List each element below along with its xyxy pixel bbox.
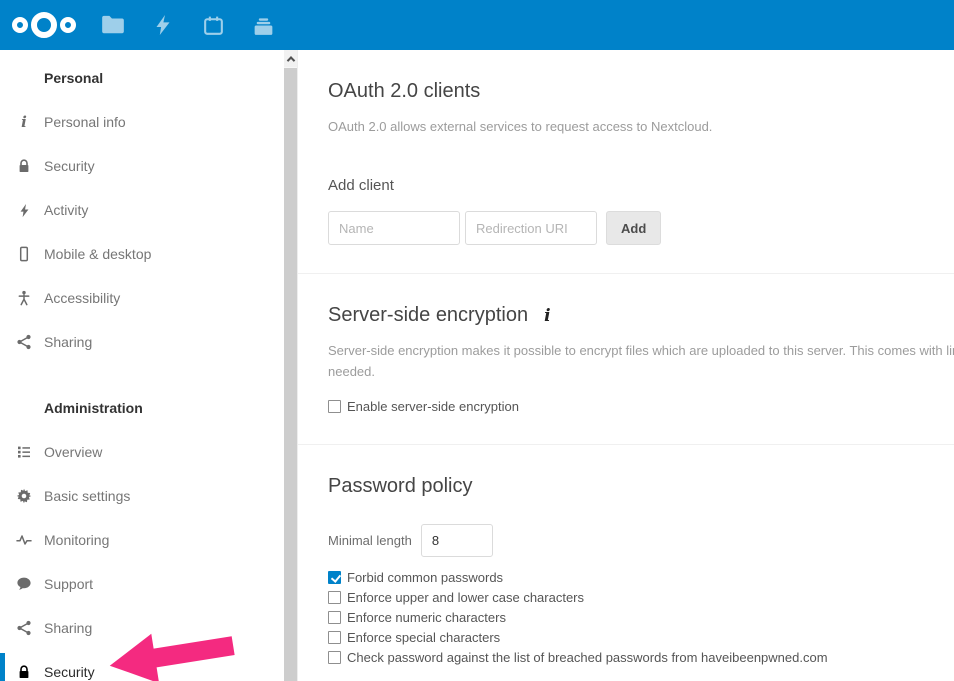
enforce-upper-lower-checkbox[interactable]: Enforce upper and lower case characters: [328, 587, 954, 607]
checkbox[interactable]: [328, 400, 341, 413]
sidebar-item-label: Accessibility: [44, 290, 120, 306]
nextcloud-logo-icon: [11, 9, 77, 41]
app-deck-button[interactable]: [238, 0, 288, 50]
encryption-title: Server-side encryption: [328, 304, 528, 327]
check-breached-passwords-checkbox[interactable]: Check password against the list of breac…: [328, 647, 954, 667]
checkbox[interactable]: [328, 571, 341, 584]
minimal-length-label: Minimal length: [328, 533, 412, 548]
sidebar-item-label: Personal info: [44, 114, 126, 130]
sidebar-item-label: Monitoring: [44, 532, 109, 548]
password-policy-title: Password policy: [328, 475, 954, 498]
sidebar-item-basic-settings[interactable]: Basic settings: [0, 474, 284, 518]
checkbox[interactable]: [328, 591, 341, 604]
minimal-length-input[interactable]: [421, 524, 493, 557]
sidebar-item-label: Security: [44, 158, 95, 174]
sidebar-item-activity[interactable]: Activity: [0, 188, 284, 232]
oauth-title: OAuth 2.0 clients: [328, 80, 954, 103]
sidebar-item-label: Sharing: [44, 334, 92, 350]
folder-icon: [100, 12, 126, 38]
sidebar-item-label: Support: [44, 576, 93, 592]
sidebar-item-admin-sharing[interactable]: Sharing: [0, 606, 284, 650]
encryption-description: Server-side encryption makes it possible…: [328, 340, 954, 382]
sidebar-scrollbar: [284, 50, 298, 681]
sidebar-item-monitoring[interactable]: Monitoring: [0, 518, 284, 562]
lock-icon: [16, 664, 32, 680]
settings-sidebar: Personal i Personal info Security Activi…: [0, 50, 284, 681]
sidebar-item-accessibility[interactable]: Accessibility: [0, 276, 284, 320]
phone-icon: [16, 246, 32, 262]
sidebar-item-label: Overview: [44, 444, 102, 460]
lightning-icon: [151, 13, 175, 37]
info-icon[interactable]: i: [544, 306, 550, 326]
app-files-button[interactable]: [88, 0, 138, 50]
checkbox[interactable]: [328, 611, 341, 624]
sidebar-item-overview[interactable]: Overview: [0, 430, 284, 474]
gear-icon: [16, 488, 32, 504]
lock-icon: [16, 158, 32, 174]
enforce-special-checkbox[interactable]: Enforce special characters: [328, 627, 954, 647]
sidebar-item-label: Mobile & desktop: [44, 246, 151, 262]
top-bar: [0, 0, 954, 50]
sidebar-item-label: Security: [44, 664, 95, 680]
enable-encryption-checkbox[interactable]: Enable server-side encryption: [328, 396, 954, 416]
list-icon: [16, 444, 32, 460]
sidebar-item-label: Activity: [44, 202, 88, 218]
sidebar-item-mobile-desktop[interactable]: Mobile & desktop: [0, 232, 284, 276]
checkbox[interactable]: [328, 651, 341, 664]
add-client-button[interactable]: Add: [606, 211, 661, 245]
checkbox[interactable]: [328, 631, 341, 644]
sidebar-item-personal-info[interactable]: i Personal info: [0, 100, 284, 144]
sidebar-item-sharing[interactable]: Sharing: [0, 320, 284, 364]
share-icon: [16, 620, 32, 636]
calendar-icon: [201, 13, 226, 38]
lightning-icon: [16, 202, 32, 218]
settings-content: OAuth 2.0 clients OAuth 2.0 allows exter…: [298, 50, 954, 681]
app-calendar-button[interactable]: [188, 0, 238, 50]
pulse-icon: [16, 532, 32, 548]
client-name-input[interactable]: [328, 211, 460, 245]
nextcloud-logo[interactable]: [0, 9, 88, 41]
encryption-section: Server-side encryption i Server-side enc…: [298, 274, 954, 445]
sidebar-heading-personal: Personal: [0, 56, 284, 100]
add-client-label: Add client: [328, 177, 954, 194]
oauth-section: OAuth 2.0 clients OAuth 2.0 allows exter…: [298, 50, 954, 274]
sidebar-item-label: Sharing: [44, 620, 92, 636]
share-icon: [16, 334, 32, 350]
speech-bubble-icon: [16, 576, 32, 592]
app-activity-button[interactable]: [138, 0, 188, 50]
chevron-up-icon: [286, 56, 294, 64]
accessibility-icon: [16, 290, 32, 306]
password-policy-section: Password policy Minimal length Forbid co…: [298, 445, 954, 681]
scrollbar-thumb[interactable]: [284, 68, 297, 681]
forbid-common-passwords-checkbox[interactable]: Forbid common passwords: [328, 567, 954, 587]
deck-icon: [251, 13, 276, 38]
scrollbar-up-button[interactable]: [284, 50, 297, 67]
enforce-numeric-checkbox[interactable]: Enforce numeric characters: [328, 607, 954, 627]
redirection-uri-input[interactable]: [465, 211, 597, 245]
sidebar-item-admin-security[interactable]: Security: [0, 650, 284, 681]
oauth-description: OAuth 2.0 allows external services to re…: [328, 116, 954, 137]
sidebar-item-security[interactable]: Security: [0, 144, 284, 188]
sidebar-item-label: Basic settings: [44, 488, 130, 504]
enable-encryption-label: Enable server-side encryption: [347, 399, 519, 414]
sidebar-heading-administration: Administration: [0, 386, 284, 430]
sidebar-item-support[interactable]: Support: [0, 562, 284, 606]
info-icon: i: [16, 114, 32, 130]
